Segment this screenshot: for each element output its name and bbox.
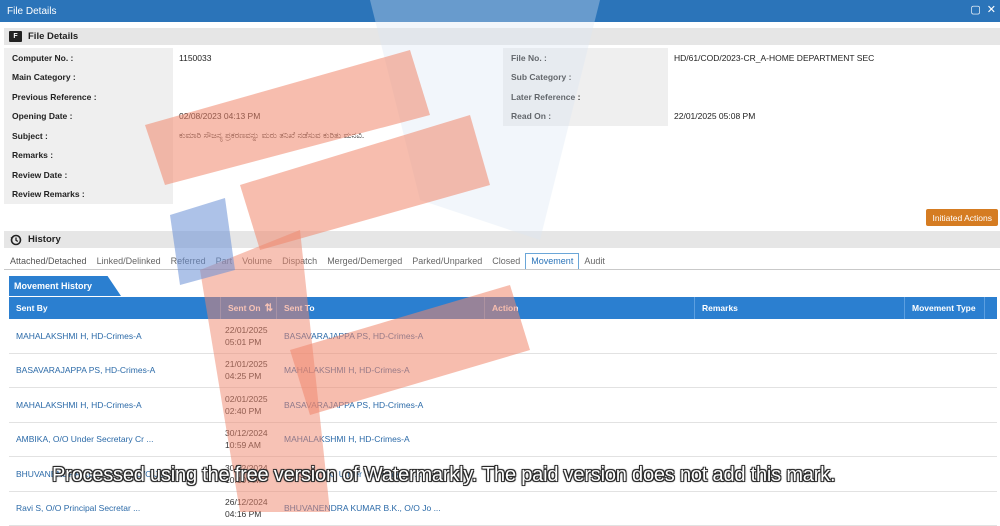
col-spacer — [985, 297, 997, 319]
table-row[interactable]: BASAVARAJAPPA PS, HD-Crimes-A 21/01/2025… — [9, 354, 997, 389]
col-sent-to[interactable]: Sent To — [277, 297, 485, 319]
file-details-table: Computer No. : 1150033 File No. : HD/61/… — [4, 48, 1000, 204]
window-titlebar: File Details ▢ ✕ — [0, 0, 1000, 22]
tab-volume[interactable]: Volume — [237, 253, 277, 270]
detail-row: Review Date : — [4, 165, 1000, 185]
movement-history-grid: Sent By Sent On ⇅ Sent To Action Remarks… — [9, 297, 997, 526]
remarks-label: Remarks : — [4, 146, 173, 166]
maximize-icon[interactable]: ▢ — [970, 4, 980, 16]
col-sent-by[interactable]: Sent By — [9, 297, 221, 319]
sent-by-cell[interactable]: AMBIKA, O/O Under Secretary Cr ... — [9, 423, 221, 457]
col-movement-type[interactable]: Movement Type — [905, 297, 985, 319]
file-no-value: HD/61/COD/2023-CR_A-HOME DEPARTMENT SEC — [668, 48, 1000, 68]
window-title: File Details — [7, 6, 56, 17]
movement-history-title: Movement History — [9, 276, 121, 296]
review-remarks-value — [173, 185, 503, 205]
main-category-value — [173, 68, 503, 88]
sent-on-cell: 22/01/202505:01 PM — [221, 319, 277, 353]
sent-to-cell[interactable]: BHUVANENDRA KUMAR B.K., O/O Jo ... — [277, 492, 485, 526]
file-details-title: File Details — [28, 31, 78, 42]
computer-no-label: Computer No. : — [4, 48, 173, 68]
sent-by-cell[interactable]: MAHALAKSHMI H, HD-Crimes-A — [9, 319, 221, 353]
detail-row: Computer No. : 1150033 File No. : HD/61/… — [4, 48, 1000, 68]
sent-on-cell: 30/12/202410:59 AM — [221, 423, 277, 457]
review-date-value — [173, 165, 503, 185]
computer-no-value: 1150033 — [173, 48, 503, 68]
file-no-label: File No. : — [503, 48, 668, 68]
sent-on-cell: 21/01/202504:25 PM — [221, 354, 277, 388]
col-action[interactable]: Action — [485, 297, 695, 319]
review-date-label: Review Date : — [4, 165, 173, 185]
col-sent-on-label: Sent On — [228, 303, 261, 313]
detail-row: Main Category : Sub Category : — [4, 68, 1000, 88]
sub-category-value — [668, 68, 1000, 88]
read-on-label: Read On : — [503, 107, 668, 127]
tab-merged-demerged[interactable]: Merged/Demerged — [322, 253, 407, 270]
table-row[interactable]: MAHALAKSHMI H, HD-Crimes-A 02/01/202502:… — [9, 388, 997, 423]
tab-attached-detached[interactable]: Attached/Detached — [4, 253, 92, 270]
sub-category-label: Sub Category : — [503, 68, 668, 88]
sent-on-cell: 26/12/202404:16 PM — [221, 492, 277, 526]
tab-part[interactable]: Part — [211, 253, 238, 270]
main-category-label: Main Category : — [4, 68, 173, 88]
previous-reference-value — [173, 87, 503, 107]
subject-value: ಕುಮಾರಿ ಸೌಜನ್ಯ ಪ್ರಕರಣವನ್ನು ಮರು ತನಿಖೆ ನಡೆಸ… — [173, 126, 1000, 146]
table-row[interactable]: Ravi S, O/O Principal Secretar ... 26/12… — [9, 492, 997, 526]
read-on-value: 22/01/2025 05:08 PM — [668, 107, 1000, 127]
sent-to-cell[interactable]: MAHALAKSHMI H, HD-Crimes-A — [277, 354, 485, 388]
tab-dispatch[interactable]: Dispatch — [277, 253, 322, 270]
grid-body: MAHALAKSHMI H, HD-Crimes-A 22/01/202505:… — [9, 319, 997, 526]
tab-movement[interactable]: Movement — [525, 253, 579, 270]
detail-row: Subject : ಕುಮಾರಿ ಸೌಜನ್ಯ ಪ್ರಕರಣವನ್ನು ಮರು … — [4, 126, 1000, 146]
tab-closed[interactable]: Closed — [487, 253, 525, 270]
file-details-icon: F — [9, 31, 22, 43]
sent-by-cell[interactable]: BASAVARAJAPPA PS, HD-Crimes-A — [9, 354, 221, 388]
detail-row: Previous Reference : Later Reference : — [4, 87, 1000, 107]
file-details-header: F File Details — [4, 28, 1000, 45]
opening-date-value: 02/08/2023 04:13 PM — [173, 107, 503, 127]
sent-on-cell: 02/01/202502:40 PM — [221, 388, 277, 422]
sent-to-cell[interactable]: BASAVARAJAPPA PS, HD-Crimes-A — [277, 319, 485, 353]
history-title: History — [28, 234, 61, 245]
detail-row: Opening Date : 02/08/2023 04:13 PM Read … — [4, 107, 1000, 127]
later-reference-value — [668, 87, 1000, 107]
review-remarks-label: Review Remarks : — [4, 185, 173, 205]
close-icon[interactable]: ✕ — [987, 4, 996, 16]
watermark-text: Processed using the free version of Wate… — [52, 464, 835, 487]
history-tabs: Attached/Detached Linked/Delinked Referr… — [4, 253, 610, 270]
col-remarks[interactable]: Remarks — [695, 297, 905, 319]
tab-referred[interactable]: Referred — [166, 253, 211, 270]
sent-to-cell[interactable]: MAHALAKSHMI H, HD-Crimes-A — [277, 423, 485, 457]
history-header: History — [4, 231, 1000, 248]
detail-row: Review Remarks : — [4, 185, 1000, 205]
opening-date-label: Opening Date : — [4, 107, 173, 127]
subject-label: Subject : — [4, 126, 173, 146]
sort-icon[interactable]: ⇅ — [265, 303, 273, 314]
tab-parked-unparked[interactable]: Parked/Unparked — [407, 253, 487, 270]
grid-header: Sent By Sent On ⇅ Sent To Action Remarks… — [9, 297, 997, 319]
sent-by-cell[interactable]: MAHALAKSHMI H, HD-Crimes-A — [9, 388, 221, 422]
tab-audit[interactable]: Audit — [579, 253, 610, 270]
initiated-actions-button[interactable]: Initiated Actions — [926, 209, 998, 226]
tab-linked-delinked[interactable]: Linked/Delinked — [92, 253, 166, 270]
history-icon — [9, 234, 22, 246]
sent-to-cell[interactable]: BASAVARAJAPPA PS, HD-Crimes-A — [277, 388, 485, 422]
table-row[interactable]: MAHALAKSHMI H, HD-Crimes-A 22/01/202505:… — [9, 319, 997, 354]
col-sent-on[interactable]: Sent On ⇅ — [221, 297, 277, 319]
table-row[interactable]: AMBIKA, O/O Under Secretary Cr ... 30/12… — [9, 423, 997, 458]
detail-row: Remarks : — [4, 146, 1000, 166]
remarks-value — [173, 146, 503, 166]
previous-reference-label: Previous Reference : — [4, 87, 173, 107]
tabs-divider — [4, 269, 1000, 270]
sent-by-cell[interactable]: Ravi S, O/O Principal Secretar ... — [9, 492, 221, 526]
later-reference-label: Later Reference : — [503, 87, 668, 107]
